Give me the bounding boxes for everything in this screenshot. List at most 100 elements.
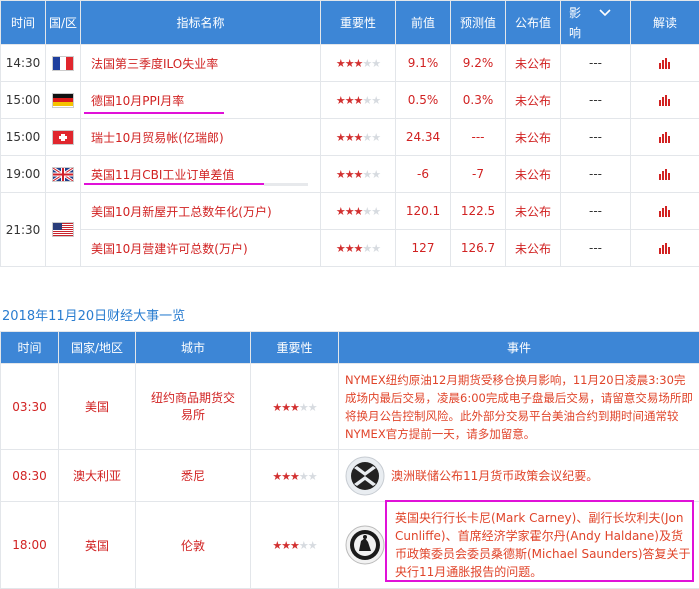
impact-value: --- [561, 230, 631, 267]
impact-value: --- [561, 193, 631, 230]
col-time: 时间 [1, 332, 59, 364]
row-time: 21:30 [1, 193, 46, 267]
bar-chart-icon[interactable] [659, 95, 671, 106]
impact-value: --- [561, 156, 631, 193]
col-actual: 公布值 [506, 1, 561, 45]
col-event: 事件 [339, 332, 699, 364]
events-header-row: 时间 国家/地区 城市 重要性 事件 [1, 332, 699, 364]
bar-chart-icon[interactable] [659, 206, 671, 217]
star-rating: ★★★★★ [272, 470, 316, 483]
previous-value: 9.1% [396, 45, 451, 82]
importance-stars: ★★★★★ [251, 450, 339, 502]
importance-stars: ★★★★★ [321, 156, 396, 193]
event-time: 08:30 [1, 450, 59, 502]
event-city: 悉尼 [136, 450, 251, 502]
star-rating: ★★★★★ [272, 401, 316, 414]
impact-value: --- [561, 119, 631, 156]
actual-value: 未公布 [506, 45, 561, 82]
col-interpretation: 解读 [631, 1, 699, 45]
table-row: 03:30 美国 纽约商品期货交易所 ★★★★★ NYMEX纽约原油12月期货受… [1, 364, 699, 450]
col-previous: 前值 [396, 1, 451, 45]
interpretation-cell[interactable] [631, 45, 699, 82]
col-importance: 重要性 [251, 332, 339, 364]
row-time: 14:30 [1, 45, 46, 82]
star-rating: ★★★★★ [336, 242, 380, 255]
forecast-value: -7 [451, 156, 506, 193]
previous-value: 0.5% [396, 82, 451, 119]
col-importance: 重要性 [321, 1, 396, 45]
forecast-value: 9.2% [451, 45, 506, 82]
indicator-name-link[interactable]: 英国11月CBI工业订单差值 [81, 156, 321, 193]
rba-logo-icon [345, 456, 385, 496]
event-city: 伦敦 [136, 502, 251, 589]
previous-value: 127 [396, 230, 451, 267]
actual-value: 未公布 [506, 119, 561, 156]
flag-cell [46, 119, 81, 156]
actual-value: 未公布 [506, 193, 561, 230]
bar-chart-icon[interactable] [659, 132, 671, 143]
chevron-down-icon[interactable] [599, 9, 611, 17]
previous-value: -6 [396, 156, 451, 193]
germany-flag-icon [52, 93, 74, 108]
event-time: 03:30 [1, 364, 59, 450]
forecast-value: 0.3% [451, 82, 506, 119]
table-row: 08:30 澳大利亚 悉尼 ★★★★★ 澳洲联储公布11月货币政策会议纪要。 [1, 450, 699, 502]
event-country: 美国 [59, 364, 136, 450]
flag-cell [46, 82, 81, 119]
table-row: 19:00 英国11月CBI工业订单差值 ★★★★★ -6 -7 未公布 --- [1, 156, 699, 193]
uk-flag-icon [52, 167, 74, 182]
indicators-table: 时间 国/区 指标名称 重要性 前值 预测值 公布值 影 响 解读 14:30 … [0, 0, 699, 267]
star-rating: ★★★★★ [336, 94, 380, 107]
col-country: 国家/地区 [59, 332, 136, 364]
event-cell: 澳洲联储公布11月货币政策会议纪要。 [339, 450, 699, 502]
col-time: 时间 [1, 1, 46, 45]
interpretation-cell[interactable] [631, 82, 699, 119]
flag-cell [46, 193, 81, 267]
col-impact-filter[interactable]: 影 响 [561, 1, 631, 45]
bar-chart-icon[interactable] [659, 58, 671, 69]
bar-chart-icon[interactable] [659, 243, 671, 254]
indicators-header-row: 时间 国/区 指标名称 重要性 前值 预测值 公布值 影 响 解读 [1, 1, 699, 45]
interpretation-cell[interactable] [631, 119, 699, 156]
indicator-name-link[interactable]: 法国第三季度ILO失业率 [81, 45, 321, 82]
event-time: 18:00 [1, 502, 59, 589]
table-row: 14:30 法国第三季度ILO失业率 ★★★★★ 9.1% 9.2% 未公布 -… [1, 45, 699, 82]
indicator-name-link[interactable]: 瑞士10月贸易帐(亿瑞郎) [81, 119, 321, 156]
interpretation-cell[interactable] [631, 230, 699, 267]
previous-value: 24.34 [396, 119, 451, 156]
interpretation-cell[interactable] [631, 193, 699, 230]
indicator-name-link[interactable]: 美国10月新屋开工总数年化(万户) [81, 193, 321, 230]
boe-logo-icon [345, 525, 385, 565]
actual-value: 未公布 [506, 156, 561, 193]
star-rating: ★★★★★ [272, 539, 316, 552]
star-rating: ★★★★★ [336, 168, 380, 181]
col-forecast: 预测值 [451, 1, 506, 45]
table-row: 15:00 瑞士10月贸易帐(亿瑞郎) ★★★★★ 24.34 --- 未公布 … [1, 119, 699, 156]
event-country: 英国 [59, 502, 136, 589]
interpretation-cell[interactable] [631, 156, 699, 193]
highlight-underline [84, 183, 264, 185]
forecast-value: 122.5 [451, 193, 506, 230]
importance-stars: ★★★★★ [321, 230, 396, 267]
row-time: 15:00 [1, 82, 46, 119]
event-content: 澳洲联储公布11月货币政策会议纪要。 [345, 456, 693, 496]
forecast-value: --- [451, 119, 506, 156]
switzerland-flag-icon [52, 130, 74, 145]
col-city: 城市 [136, 332, 251, 364]
actual-value: 未公布 [506, 82, 561, 119]
france-flag-icon [52, 56, 74, 71]
star-rating: ★★★★★ [336, 57, 380, 70]
importance-stars: ★★★★★ [321, 82, 396, 119]
impact-value: --- [561, 82, 631, 119]
indicator-name-link[interactable]: 美国10月营建许可总数(万户) [81, 230, 321, 267]
bar-chart-icon[interactable] [659, 169, 671, 180]
importance-stars: ★★★★★ [321, 193, 396, 230]
event-country: 澳大利亚 [59, 450, 136, 502]
importance-stars: ★★★★★ [321, 119, 396, 156]
flag-cell [46, 156, 81, 193]
highlight-box [385, 500, 694, 582]
star-rating: ★★★★★ [336, 205, 380, 218]
event-description: NYMEX纽约原油12月期货受移仓换月影响，11月20日凌晨3:30完成场内最后… [339, 364, 699, 450]
row-scroll-indicator [264, 183, 308, 186]
actual-value: 未公布 [506, 230, 561, 267]
